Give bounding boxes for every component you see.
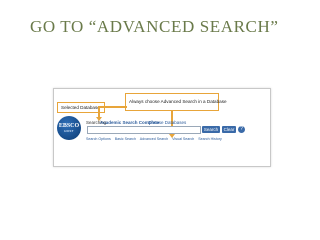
search-links: Search Options Basic Search Advanced Sea… <box>86 137 225 141</box>
slide-title: GO TO “ADVANCED SEARCH” <box>30 17 279 36</box>
basic-search-link[interactable]: Basic Search <box>115 137 136 141</box>
logo-subtext: HOST <box>64 129 74 133</box>
callout-connector <box>98 106 127 108</box>
clear-button[interactable]: Clear <box>222 126 236 133</box>
advanced-search-link[interactable]: Advanced Search <box>140 137 168 141</box>
choose-databases-link[interactable]: Choose Databases <box>148 120 186 125</box>
callout-always-advanced: Always choose Advanced Search in a Datab… <box>125 93 227 111</box>
search-history-link[interactable]: Search History <box>198 137 222 141</box>
ebsco-logo[interactable]: EBSCO HOST <box>57 116 81 140</box>
search-input[interactable] <box>87 126 201 134</box>
ebsco-screenshot: Selected Database Always choose Advanced… <box>53 88 271 167</box>
search-options-link[interactable]: Search Options <box>86 137 111 141</box>
visual-search-link[interactable]: Visual Search <box>172 137 194 141</box>
search-button[interactable]: Search <box>202 126 220 133</box>
help-icon[interactable]: ? <box>238 126 245 133</box>
